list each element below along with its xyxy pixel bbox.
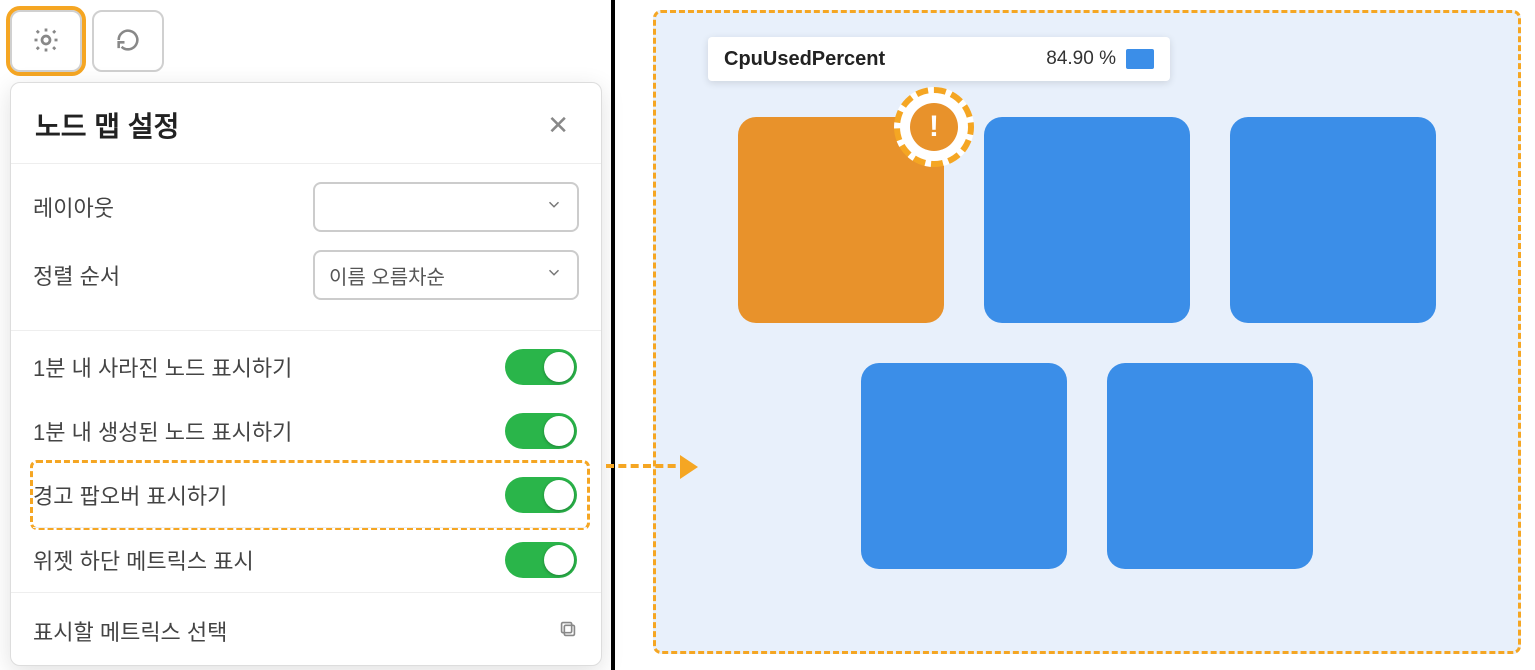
popup-icon — [557, 618, 579, 645]
node-map-settings-panel: 노드 맵 설정 ✕ 레이아웃 정렬 순서 — [10, 82, 602, 666]
refresh-button[interactable] — [92, 10, 164, 72]
toggle-label: 1분 내 생성된 노드 표시하기 — [33, 415, 292, 447]
node-card[interactable] — [861, 363, 1067, 569]
metric-select-row[interactable]: 표시할 메트릭스 선택 — [11, 592, 601, 665]
close-button[interactable]: ✕ — [539, 108, 577, 142]
metric-select-label: 표시할 메트릭스 선택 — [33, 615, 227, 647]
toggle-label: 위젯 하단 메트릭스 표시 — [33, 544, 254, 576]
layout-select[interactable] — [313, 182, 579, 232]
layout-label: 레이아웃 — [33, 191, 313, 223]
settings-gear-button[interactable] — [10, 10, 82, 72]
settings-header: 노드 맵 설정 ✕ — [11, 83, 601, 163]
toggle-label: 1분 내 사라진 노드 표시하기 — [33, 351, 292, 383]
sort-label: 정렬 순서 — [33, 259, 313, 291]
toggle-show-bottom-metrics: 위젯 하단 메트릭스 표시 — [33, 527, 587, 592]
toggle-show-warning-popover: 경고 팝오버 표시하기 — [33, 463, 587, 527]
toggle-show-created-nodes: 1분 내 생성된 노드 표시하기 — [33, 399, 587, 463]
metric-legend: CpuUsedPercent 84.90 % — [708, 37, 1170, 81]
toggle-list: 1분 내 사라진 노드 표시하기 1분 내 생성된 노드 표시하기 경고 팝오버… — [11, 331, 601, 592]
toggle-switch[interactable] — [505, 542, 577, 578]
gear-icon — [31, 25, 61, 58]
legend-title: CpuUsedPercent — [724, 48, 885, 71]
sort-value: 이름 오름차순 — [329, 261, 445, 290]
sort-select[interactable]: 이름 오름차순 — [313, 250, 579, 300]
close-icon: ✕ — [547, 110, 569, 140]
node-card[interactable] — [984, 117, 1190, 323]
warning-popover-badge: ! — [894, 87, 974, 167]
toggle-switch[interactable] — [505, 413, 577, 449]
toolbar — [0, 0, 611, 78]
node-map-frame: CpuUsedPercent 84.90 % ! — [653, 10, 1521, 654]
settings-form: 레이아웃 정렬 순서 이름 오름차순 — [11, 163, 601, 331]
toggle-switch[interactable] — [505, 477, 577, 513]
connector-line — [606, 464, 688, 468]
legend-swatch — [1126, 49, 1154, 69]
settings-sidebar: 노드 맵 설정 ✕ 레이아웃 정렬 순서 — [0, 0, 615, 670]
warning-icon: ! — [910, 103, 958, 151]
node-grid: ! — [674, 117, 1500, 569]
refresh-icon — [114, 26, 142, 57]
toggle-switch[interactable] — [505, 349, 577, 385]
settings-title: 노드 맵 설정 — [35, 105, 179, 145]
connector-arrow-icon — [680, 455, 698, 479]
node-card[interactable] — [1230, 117, 1436, 323]
legend-value: 84.90 % — [1046, 48, 1116, 70]
node-card[interactable] — [1107, 363, 1313, 569]
toggle-label: 경고 팝오버 표시하기 — [33, 479, 227, 511]
node-card[interactable]: ! — [738, 117, 944, 323]
node-map-preview: CpuUsedPercent 84.90 % ! — [615, 0, 1535, 670]
toggle-show-deleted-nodes: 1분 내 사라진 노드 표시하기 — [33, 335, 587, 399]
